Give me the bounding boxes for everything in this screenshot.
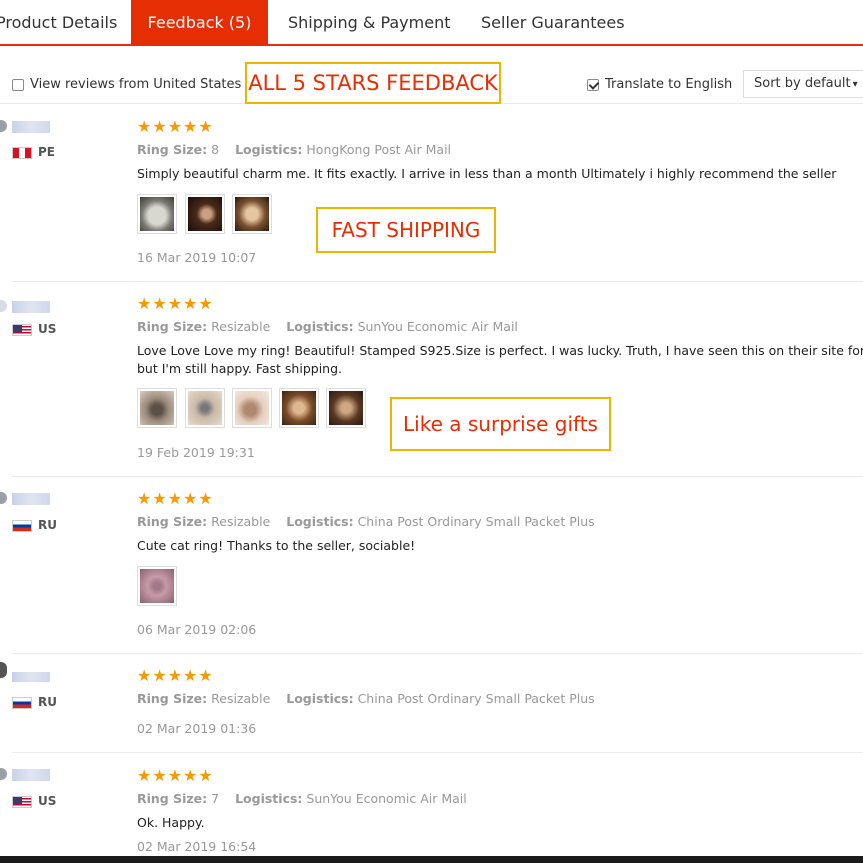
view-us-label[interactable]: View reviews from United States — [30, 77, 241, 92]
ring-size-label: Ring Size: — [137, 691, 208, 706]
chevron-down-icon: ▾ — [852, 79, 858, 90]
avatar — [0, 119, 52, 133]
review-date: 16 Mar 2019 10:07 — [137, 250, 257, 265]
ring-size-value: Resizable — [211, 319, 271, 334]
review-meta: Ring Size: 7 Logistics: SunYou Economic … — [137, 791, 467, 806]
bottom-edge — [0, 856, 863, 863]
review-divider — [12, 476, 863, 477]
avatar — [0, 491, 52, 505]
sort-select[interactable]: Sort by default ▾ — [743, 70, 863, 98]
callout-surprise-gifts: Like a surprise gifts — [390, 397, 611, 451]
review-divider — [12, 281, 863, 282]
review-meta: Ring Size: Resizable Logistics: China Po… — [137, 691, 595, 706]
ring-size-value: 7 — [211, 791, 220, 806]
star-rating: ★★★★★ — [137, 489, 214, 508]
country-code: US — [38, 794, 57, 808]
logistics-label: Logistics: — [286, 691, 354, 706]
review-meta: Ring Size: Resizable Logistics: China Po… — [137, 514, 595, 529]
review-text: Simply beautiful charm me. It fits exact… — [137, 166, 837, 181]
flag-ru-icon — [12, 520, 32, 532]
tab-product-details[interactable]: Product Details — [0, 0, 117, 46]
ring-size-value: Resizable — [211, 691, 271, 706]
star-rating: ★★★★★ — [137, 294, 214, 313]
review-date: 06 Mar 2019 02:06 — [137, 622, 257, 637]
review-photo[interactable] — [185, 194, 225, 234]
flag-us-icon — [12, 796, 32, 808]
review-photo[interactable] — [326, 388, 366, 428]
ring-size-value: 8 — [211, 142, 220, 157]
tab-shipping-payment[interactable]: Shipping & Payment — [288, 0, 451, 46]
translate-checkbox[interactable] — [587, 79, 599, 91]
translate-label[interactable]: Translate to English — [605, 77, 732, 92]
logistics-label: Logistics: — [286, 514, 354, 529]
review-photo[interactable] — [185, 388, 225, 428]
star-rating: ★★★★★ — [137, 766, 214, 785]
sort-select-value: Sort by default — [754, 76, 851, 91]
review-photo[interactable] — [137, 566, 177, 606]
review-meta: Ring Size: 8 Logistics: HongKong Post Ai… — [137, 142, 451, 157]
ring-size-label: Ring Size: — [137, 319, 208, 334]
country-code: US — [38, 322, 57, 336]
ring-size-label: Ring Size: — [137, 514, 208, 529]
review-photo[interactable] — [279, 388, 319, 428]
review-text: Cute cat ring! Thanks to the seller, soc… — [137, 538, 416, 553]
review-divider — [12, 752, 863, 753]
avatar — [0, 299, 52, 313]
star-rating: ★★★★★ — [137, 666, 214, 685]
avatar — [0, 662, 52, 682]
country-code: RU — [38, 695, 57, 709]
tab-seller-guarantees[interactable]: Seller Guarantees — [481, 0, 625, 46]
logistics-value: SunYou Economic Air Mail — [357, 319, 518, 334]
review-meta: Ring Size: Resizable Logistics: SunYou E… — [137, 319, 518, 334]
tab-feedback[interactable]: Feedback (5) — [131, 0, 268, 46]
review-photo[interactable] — [232, 388, 272, 428]
logistics-value: HongKong Post Air Mail — [306, 142, 452, 157]
review-photo[interactable] — [137, 194, 177, 234]
review-photo[interactable] — [232, 194, 272, 234]
flag-us-icon — [12, 324, 32, 336]
logistics-label: Logistics: — [286, 319, 354, 334]
logistics-value: China Post Ordinary Small Packet Plus — [357, 514, 595, 529]
review-text: Ok. Happy. — [137, 815, 205, 830]
review-text: Love Love Love my ring! Beautiful! Stamp… — [137, 343, 863, 358]
ring-size-label: Ring Size: — [137, 142, 208, 157]
star-rating: ★★★★★ — [137, 117, 214, 136]
review-date: 02 Mar 2019 01:36 — [137, 721, 257, 736]
flag-pe-icon — [12, 147, 32, 159]
view-us-checkbox[interactable] — [12, 79, 24, 91]
review-photo[interactable] — [137, 388, 177, 428]
country-code: PE — [38, 145, 55, 159]
logistics-value: China Post Ordinary Small Packet Plus — [357, 691, 595, 706]
callout-fast-shipping: FAST SHIPPING — [316, 207, 496, 253]
logistics-label: Logistics: — [235, 791, 303, 806]
tab-bar: Product Details Feedback (5) Shipping & … — [0, 0, 863, 46]
logistics-label: Logistics: — [235, 142, 303, 157]
ring-size-label: Ring Size: — [137, 791, 208, 806]
callout-all-stars: ALL 5 STARS FEEDBACK — [245, 62, 501, 104]
review-text-continued: but I'm still happy. Fast shipping. — [137, 361, 342, 376]
review-date: 02 Mar 2019 16:54 — [137, 839, 257, 854]
review-divider — [12, 653, 863, 654]
country-code: RU — [38, 518, 57, 532]
ring-size-value: Resizable — [211, 514, 271, 529]
logistics-value: SunYou Economic Air Mail — [306, 791, 467, 806]
review-date: 19 Feb 2019 19:31 — [137, 445, 255, 460]
flag-ru-icon — [12, 697, 32, 709]
avatar — [0, 767, 52, 781]
